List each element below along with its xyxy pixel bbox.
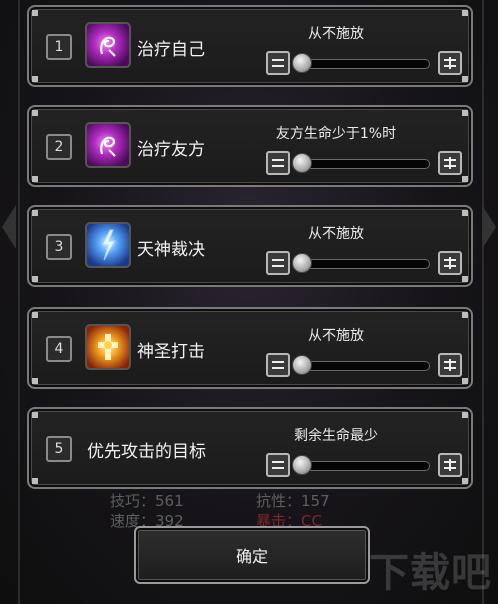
lightning-icon xyxy=(85,222,131,268)
rule-number: 4 xyxy=(46,336,72,362)
panel-corner-ornament xyxy=(462,276,468,282)
increase-button[interactable] xyxy=(438,251,462,275)
panel-corner-ornament xyxy=(32,312,38,318)
minus-icon xyxy=(272,461,284,469)
decrease-button[interactable] xyxy=(266,51,290,75)
slider-track[interactable] xyxy=(296,461,430,471)
slider-knob[interactable] xyxy=(292,355,312,375)
panel-corner-ornament xyxy=(32,176,38,182)
rule-condition: 从不施放 xyxy=(308,26,364,42)
panel-corner-ornament xyxy=(32,276,38,282)
heal-icon xyxy=(85,122,131,168)
decrease-button[interactable] xyxy=(266,151,290,175)
condition-slider xyxy=(266,453,462,479)
slider-track[interactable] xyxy=(296,59,430,69)
panel-corner-ornament xyxy=(462,210,468,216)
plus-icon xyxy=(444,359,456,371)
slider-track[interactable] xyxy=(296,361,430,371)
heal-icon xyxy=(85,22,131,68)
panel-corner-ornament xyxy=(32,210,38,216)
increase-button[interactable] xyxy=(438,51,462,75)
rule-condition: 从不施放 xyxy=(308,226,364,242)
panel-corner-ornament xyxy=(32,412,38,418)
holy-strike-icon xyxy=(85,324,131,370)
rule-panel-2: 2 治疗友方 友方生命少于1%时 xyxy=(27,105,473,187)
rule-number: 5 xyxy=(46,436,72,462)
stat-resist: 抗性：157 xyxy=(256,492,330,510)
rule-panel-3: 3 天神裁决 从不施放 xyxy=(27,205,473,287)
minus-icon xyxy=(272,361,284,369)
slider-knob[interactable] xyxy=(292,153,312,173)
rule-number: 3 xyxy=(46,234,72,260)
rule-condition: 友方生命少于1%时 xyxy=(275,126,397,142)
rule-number: 1 xyxy=(46,34,72,60)
rule-skill-name: 治疗自己 xyxy=(137,40,205,60)
panel-corner-ornament xyxy=(462,110,468,116)
panel-corner-ornament xyxy=(462,176,468,182)
panel-corner-ornament xyxy=(462,312,468,318)
rule-number: 2 xyxy=(46,134,72,160)
rule-condition: 从不施放 xyxy=(308,328,364,344)
slider-knob[interactable] xyxy=(292,53,312,73)
minus-icon xyxy=(272,59,284,67)
panel-corner-ornament xyxy=(32,76,38,82)
slider-track[interactable] xyxy=(296,259,430,269)
rule-panel-4: 4 神圣打击 从不施放 xyxy=(27,307,473,389)
minus-icon xyxy=(272,259,284,267)
panel-corner-ornament xyxy=(32,110,38,116)
background-frame xyxy=(18,0,484,604)
plus-icon xyxy=(444,257,456,269)
rule-panel-5: 5 优先攻击的目标 剩余生命最少 xyxy=(27,407,473,489)
rule-skill-name: 治疗友方 xyxy=(137,140,205,160)
panel-corner-ornament xyxy=(32,478,38,484)
condition-slider xyxy=(266,251,462,277)
rule-skill-name: 神圣打击 xyxy=(137,342,205,362)
panel-corner-ornament xyxy=(462,76,468,82)
slider-knob[interactable] xyxy=(292,455,312,475)
page-right-arrow-icon xyxy=(482,205,496,249)
condition-slider xyxy=(266,51,462,77)
panel-corner-ornament xyxy=(32,378,38,384)
decrease-button[interactable] xyxy=(266,251,290,275)
decrease-button[interactable] xyxy=(266,353,290,377)
panel-corner-ornament xyxy=(32,10,38,16)
panel-corner-ornament xyxy=(462,478,468,484)
slider-knob[interactable] xyxy=(292,253,312,273)
panel-corner-ornament xyxy=(462,10,468,16)
plus-icon xyxy=(444,157,456,169)
condition-slider xyxy=(266,151,462,177)
plus-icon xyxy=(444,459,456,471)
increase-button[interactable] xyxy=(438,453,462,477)
panel-corner-ornament xyxy=(462,412,468,418)
watermark-logo: 下载吧 xyxy=(369,550,492,596)
rule-skill-name: 优先攻击的目标 xyxy=(87,442,206,462)
rule-condition: 剩余生命最少 xyxy=(294,428,378,444)
rule-panel-1: 1 治疗自己 从不施放 xyxy=(27,5,473,87)
minus-icon xyxy=(272,159,284,167)
condition-slider xyxy=(266,353,462,379)
stat-skill: 技巧：561 xyxy=(110,492,184,510)
slider-track[interactable] xyxy=(296,159,430,169)
panel-corner-ornament xyxy=(462,378,468,384)
increase-button[interactable] xyxy=(438,151,462,175)
plus-icon xyxy=(444,57,456,69)
rule-skill-name: 天神裁决 xyxy=(137,240,205,260)
decrease-button[interactable] xyxy=(266,453,290,477)
increase-button[interactable] xyxy=(438,353,462,377)
page-left-arrow-icon xyxy=(2,205,16,249)
confirm-button[interactable]: 确定 xyxy=(134,526,370,584)
